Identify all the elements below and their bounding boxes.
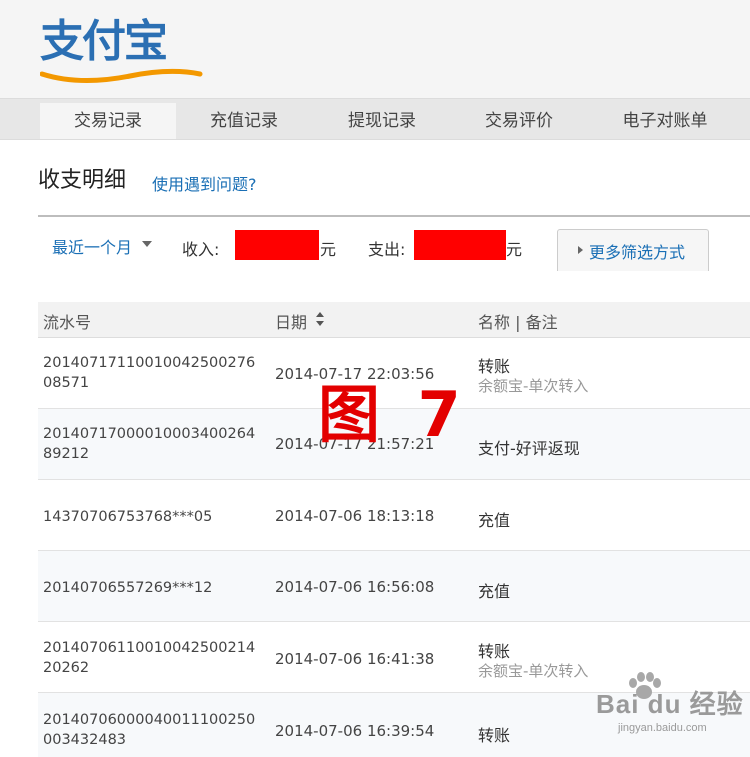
transaction-date: 2014-07-06 18:13:18	[275, 507, 435, 525]
help-link[interactable]: 使用遇到问题?	[152, 171, 257, 195]
transaction-name: 充值	[478, 511, 511, 530]
period-dropdown[interactable]: 最近一个月	[52, 234, 132, 258]
logo-swoosh-icon	[40, 68, 203, 83]
tab-recharge[interactable]: 充值记录	[178, 103, 310, 139]
expense-label: 支出:	[368, 240, 406, 259]
site-header: 支付宝	[0, 0, 750, 98]
transaction-date: 2014-07-06 16:41:38	[275, 650, 435, 668]
column-header-serial: 流水号	[43, 313, 92, 332]
transaction-note: 余额宝-单次转入	[478, 662, 589, 680]
watermark: Bai du 经验 jingyan.baidu.com	[578, 672, 748, 757]
table-header: 流水号 日期 名称 | 备注	[38, 302, 750, 338]
table-row[interactable]: 14370706753768***05 2014-07-06 18:13:18 …	[38, 480, 750, 551]
table-row[interactable]: 20140706557269***12 2014-07-06 16:56:08 …	[38, 551, 750, 622]
chevron-right-icon	[578, 246, 583, 254]
watermark-brand: Bai du 经验	[596, 689, 744, 719]
tab-withdraw[interactable]: 提现记录	[316, 103, 448, 139]
serial-number: 20140717110010042500276 08571	[43, 355, 256, 391]
serial-number: 20140706000040011100250 003432483	[43, 712, 256, 748]
transaction-date: 2014-07-06 16:39:54	[275, 722, 435, 740]
transaction-name: 转账	[478, 642, 511, 661]
transaction-name: 充值	[478, 582, 511, 601]
filter-bar: 最近一个月 收入: 元 支出: 元 更多筛选方式	[38, 217, 750, 275]
alipay-logo[interactable]: 支付宝	[40, 10, 210, 83]
income-label: 收入:	[182, 240, 220, 259]
column-header-date[interactable]: 日期	[275, 309, 307, 333]
serial-number: 20140706557269***12	[43, 580, 213, 596]
transaction-date: 2014-07-06 16:56:08	[275, 578, 435, 596]
serial-number: 20140717000010003400264 89212	[43, 426, 256, 462]
main-nav: 交易记录 充值记录 提现记录 交易评价 电子对账单	[0, 98, 750, 140]
page-title: 收支明细	[38, 168, 127, 193]
chevron-down-icon[interactable]	[142, 241, 152, 247]
transaction-name: 转账	[478, 726, 511, 745]
transaction-name: 支付-好评返现	[478, 439, 580, 458]
tab-statements[interactable]: 电子对账单	[590, 103, 740, 139]
transaction-name: 转账	[478, 357, 511, 376]
income-unit: 元	[320, 240, 337, 259]
column-header-name: 名称 | 备注	[478, 313, 558, 332]
tab-transactions[interactable]: 交易记录	[40, 103, 176, 139]
transaction-note: 余额宝-单次转入	[478, 377, 589, 395]
expense-unit: 元	[506, 240, 523, 259]
serial-number: 20140706110010042500214 20262	[43, 640, 256, 676]
income-redaction	[235, 230, 319, 260]
more-filters-button[interactable]: 更多筛选方式	[557, 229, 709, 271]
tab-reviews[interactable]: 交易评价	[453, 103, 585, 139]
serial-number: 14370706753768***05	[43, 509, 213, 525]
figure-label: 图 7	[318, 378, 469, 451]
watermark-site: jingyan.baidu.com	[618, 722, 707, 734]
more-filters-label: 更多筛选方式	[589, 243, 686, 262]
sort-icon[interactable]	[315, 311, 325, 327]
expense-redaction	[414, 230, 506, 260]
